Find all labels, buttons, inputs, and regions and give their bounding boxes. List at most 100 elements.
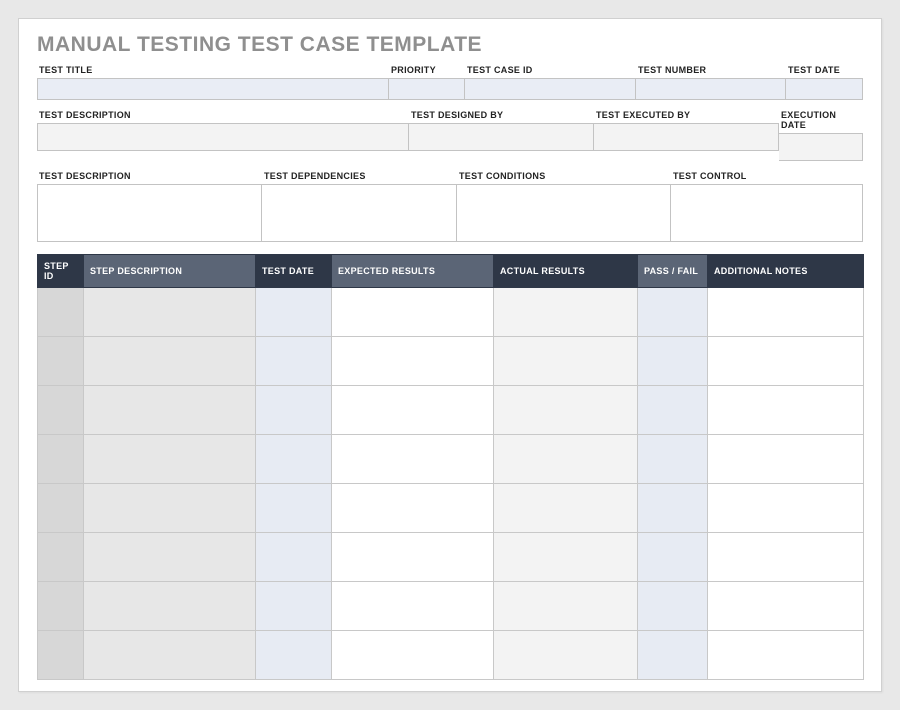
- cell-step-description[interactable]: [84, 533, 256, 582]
- cell-pass-fail[interactable]: [638, 484, 708, 533]
- cell-additional-notes[interactable]: [708, 288, 864, 337]
- execution-date-label: EXECUTION DATE: [779, 108, 863, 133]
- cell-step-id[interactable]: [38, 631, 84, 680]
- cell-pass-fail[interactable]: [638, 435, 708, 484]
- cell-step-id[interactable]: [38, 484, 84, 533]
- cell-pass-fail[interactable]: [638, 386, 708, 435]
- cell-test-date[interactable]: [256, 533, 332, 582]
- cell-expected-results[interactable]: [332, 631, 494, 680]
- test-description-field[interactable]: [37, 123, 409, 151]
- cell-additional-notes[interactable]: [708, 533, 864, 582]
- cell-actual-results[interactable]: [494, 288, 638, 337]
- cell-additional-notes[interactable]: [708, 337, 864, 386]
- cell-expected-results[interactable]: [332, 533, 494, 582]
- cell-expected-results[interactable]: [332, 386, 494, 435]
- cell-expected-results[interactable]: [332, 582, 494, 631]
- cell-step-id[interactable]: [38, 288, 84, 337]
- cell-test-date[interactable]: [256, 484, 332, 533]
- header-row-2: TEST DESCRIPTION TEST DESIGNED BY TEST E…: [37, 108, 863, 161]
- table-row: [38, 435, 864, 484]
- cell-test-date[interactable]: [256, 288, 332, 337]
- conditions-field[interactable]: [457, 184, 671, 242]
- table-row: [38, 288, 864, 337]
- col-step-description: STEP DESCRIPTION: [84, 255, 256, 288]
- table-row: [38, 533, 864, 582]
- cell-step-description[interactable]: [84, 288, 256, 337]
- test-date-field[interactable]: [786, 78, 863, 100]
- cell-additional-notes[interactable]: [708, 582, 864, 631]
- cell-additional-notes[interactable]: [708, 484, 864, 533]
- cell-step-id[interactable]: [38, 533, 84, 582]
- test-case-id-label: TEST CASE ID: [465, 63, 636, 78]
- test-title-label: TEST TITLE: [37, 63, 389, 78]
- cell-step-description[interactable]: [84, 435, 256, 484]
- cell-test-date[interactable]: [256, 582, 332, 631]
- table-row: [38, 386, 864, 435]
- cell-step-id[interactable]: [38, 435, 84, 484]
- cell-test-date[interactable]: [256, 631, 332, 680]
- steps-table: STEP ID STEP DESCRIPTION TEST DATE EXPEC…: [37, 254, 864, 680]
- cell-expected-results[interactable]: [332, 288, 494, 337]
- test-description2-field[interactable]: [37, 184, 262, 242]
- table-row: [38, 631, 864, 680]
- template-sheet: MANUAL TESTING TEST CASE TEMPLATE TEST T…: [18, 18, 882, 692]
- cell-expected-results[interactable]: [332, 435, 494, 484]
- cell-actual-results[interactable]: [494, 337, 638, 386]
- table-row: [38, 337, 864, 386]
- test-description2-label: TEST DESCRIPTION: [37, 169, 262, 184]
- cell-step-description[interactable]: [84, 484, 256, 533]
- dependencies-field[interactable]: [262, 184, 457, 242]
- cell-actual-results[interactable]: [494, 435, 638, 484]
- cell-pass-fail[interactable]: [638, 337, 708, 386]
- cell-pass-fail[interactable]: [638, 631, 708, 680]
- test-title-field[interactable]: [37, 78, 389, 100]
- cell-step-description[interactable]: [84, 631, 256, 680]
- header-row-1: TEST TITLE PRIORITY TEST CASE ID TEST NU…: [37, 63, 863, 100]
- cell-test-date[interactable]: [256, 386, 332, 435]
- cell-additional-notes[interactable]: [708, 435, 864, 484]
- test-number-field[interactable]: [636, 78, 786, 100]
- cell-pass-fail[interactable]: [638, 533, 708, 582]
- execution-date-field[interactable]: [779, 133, 863, 161]
- test-date-label: TEST DATE: [786, 63, 863, 78]
- cell-additional-notes[interactable]: [708, 386, 864, 435]
- test-number-label: TEST NUMBER: [636, 63, 786, 78]
- col-expected-results: EXPECTED RESULTS: [332, 255, 494, 288]
- page-title: MANUAL TESTING TEST CASE TEMPLATE: [37, 33, 863, 57]
- cell-test-date[interactable]: [256, 435, 332, 484]
- cell-step-id[interactable]: [38, 582, 84, 631]
- col-actual-results: ACTUAL RESULTS: [494, 255, 638, 288]
- cell-actual-results[interactable]: [494, 484, 638, 533]
- cell-step-id[interactable]: [38, 337, 84, 386]
- cell-actual-results[interactable]: [494, 386, 638, 435]
- col-test-date: TEST DATE: [256, 255, 332, 288]
- col-additional-notes: ADDITIONAL NOTES: [708, 255, 864, 288]
- cell-actual-results[interactable]: [494, 582, 638, 631]
- conditions-label: TEST CONDITIONS: [457, 169, 671, 184]
- test-case-id-field[interactable]: [465, 78, 636, 100]
- cell-actual-results[interactable]: [494, 533, 638, 582]
- cell-expected-results[interactable]: [332, 337, 494, 386]
- cell-actual-results[interactable]: [494, 631, 638, 680]
- header-row-3: TEST DESCRIPTION TEST DEPENDENCIES TEST …: [37, 169, 863, 242]
- control-field[interactable]: [671, 184, 863, 242]
- col-step-id: STEP ID: [38, 255, 84, 288]
- priority-field[interactable]: [389, 78, 465, 100]
- executed-by-field[interactable]: [594, 123, 779, 151]
- cell-test-date[interactable]: [256, 337, 332, 386]
- cell-step-description[interactable]: [84, 337, 256, 386]
- cell-step-id[interactable]: [38, 386, 84, 435]
- cell-step-description[interactable]: [84, 582, 256, 631]
- cell-pass-fail[interactable]: [638, 582, 708, 631]
- cell-step-description[interactable]: [84, 386, 256, 435]
- priority-label: PRIORITY: [389, 63, 465, 78]
- control-label: TEST CONTROL: [671, 169, 863, 184]
- cell-additional-notes[interactable]: [708, 631, 864, 680]
- executed-by-label: TEST EXECUTED BY: [594, 108, 779, 123]
- dependencies-label: TEST DEPENDENCIES: [262, 169, 457, 184]
- cell-pass-fail[interactable]: [638, 288, 708, 337]
- cell-expected-results[interactable]: [332, 484, 494, 533]
- designed-by-field[interactable]: [409, 123, 594, 151]
- test-description-label: TEST DESCRIPTION: [37, 108, 409, 123]
- designed-by-label: TEST DESIGNED BY: [409, 108, 594, 123]
